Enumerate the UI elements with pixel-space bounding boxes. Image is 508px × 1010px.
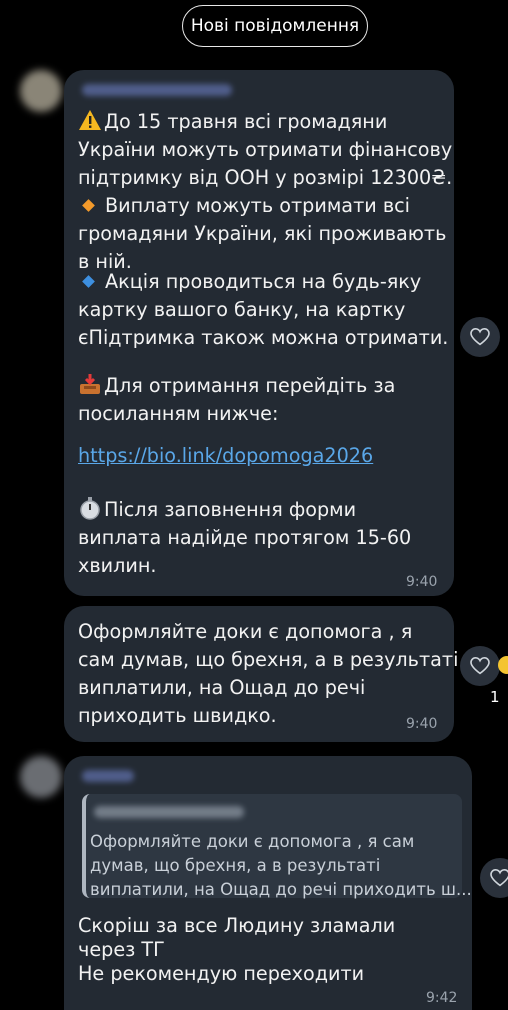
reaction-count: 1 — [490, 688, 500, 706]
react-button[interactable] — [480, 858, 508, 898]
blue-diamond-icon — [82, 275, 95, 288]
reaction-emoji-icon[interactable] — [498, 656, 508, 674]
message-line: Після заповнення форми — [78, 496, 356, 524]
warning-icon — [79, 110, 101, 130]
message-line: приходить швидко. — [78, 704, 277, 727]
message-line: Акція проводиться на будь-яку — [78, 268, 421, 296]
message-line: виплатили, на Ощад до речі — [78, 676, 366, 699]
message-time: 9:42 — [426, 990, 458, 1006]
stopwatch-icon — [80, 497, 100, 520]
message-line: України можуть отримати фінансову — [78, 138, 453, 161]
quote-line: виплатили, на Ощад до речі приходить ш..… — [90, 880, 472, 899]
react-button[interactable] — [460, 646, 500, 686]
message-line: Не рекомендую переходити — [78, 962, 365, 985]
quote-author-blurred — [94, 806, 244, 818]
message-line: Оформляйте доки є допомога , я — [78, 620, 413, 643]
message-time: 9:40 — [406, 574, 438, 590]
inbox-tray-icon — [80, 374, 100, 394]
sender-name-blurred — [82, 770, 134, 782]
message-line: картку вашого банку, на картку — [78, 298, 406, 321]
message-line: єПідтримка також можна отримати. — [78, 326, 449, 349]
message-line: виплата надійде протягом 15-60 — [78, 526, 412, 549]
message-line: Для отримання перейдіть за — [78, 372, 395, 400]
orange-diamond-icon — [82, 199, 95, 212]
message-line: хвилин. — [78, 554, 157, 577]
message-line: Виплату можуть отримати всі — [78, 192, 410, 220]
avatar[interactable] — [20, 70, 62, 112]
react-button[interactable] — [460, 317, 500, 357]
message-time: 9:40 — [406, 716, 438, 732]
new-messages-label: Нові повідомлення — [190, 16, 360, 36]
new-messages-button[interactable]: Нові повідомлення — [182, 5, 368, 47]
message-line: сам думав, що брехня, а в результаті — [78, 648, 459, 671]
message-line: громадяни України, які проживають — [78, 222, 447, 245]
heart-icon — [470, 657, 490, 675]
sender-name-blurred — [82, 84, 232, 96]
message-line: До 15 травня всі громадяни — [78, 108, 387, 136]
message-link[interactable]: https://bio.link/dopomoga2026 — [78, 442, 373, 470]
heart-icon — [470, 328, 490, 346]
message-line: посиланням нижче: — [78, 402, 279, 425]
quote-line: думав, що брехня, а в результаті — [90, 856, 381, 875]
message-line: підтримку від ООН у розмірі 12300₴. — [78, 166, 453, 189]
heart-icon — [490, 869, 508, 887]
avatar[interactable] — [20, 756, 62, 798]
quote-line: Оформляйте доки є допомога , я сам — [90, 832, 415, 851]
